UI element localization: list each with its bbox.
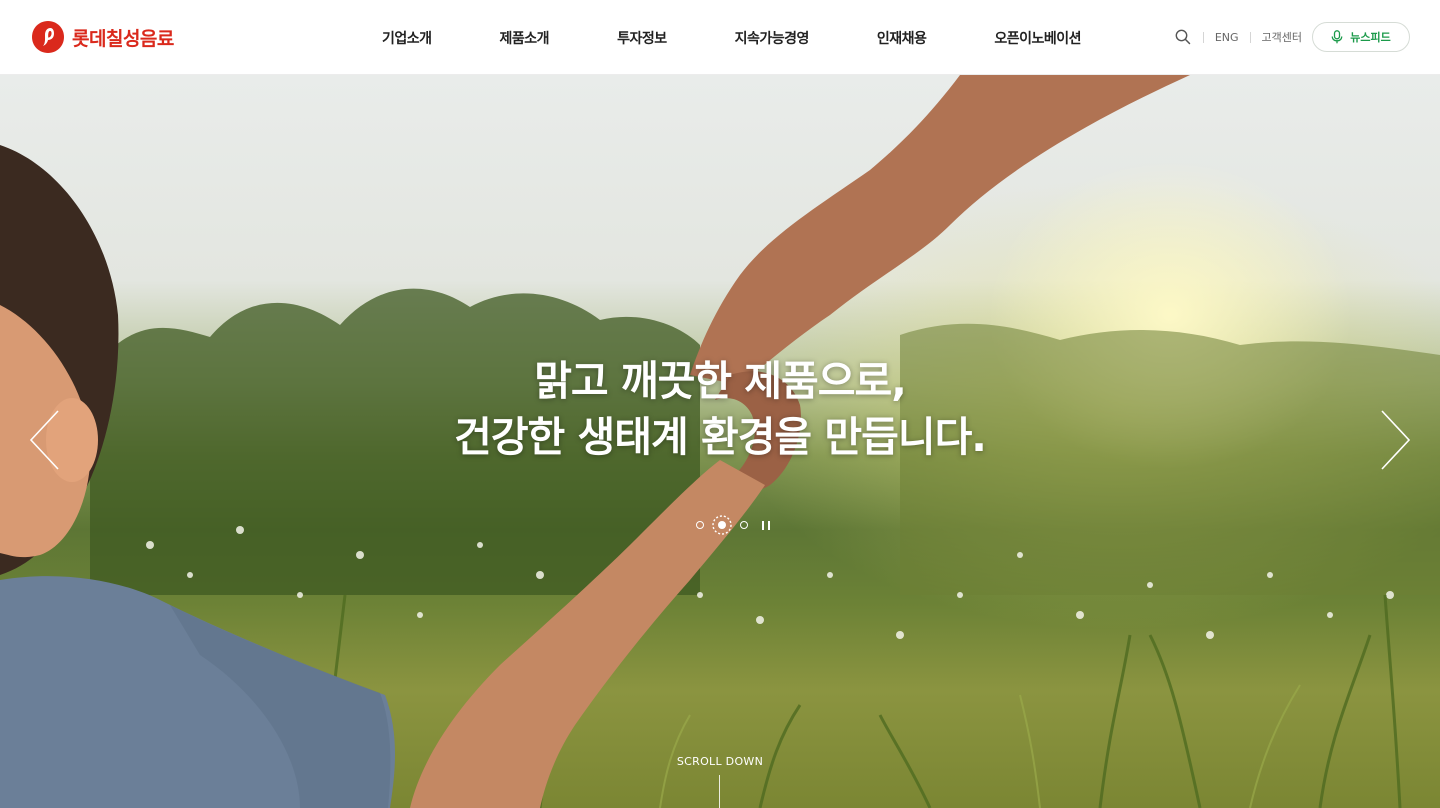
- nav-item-sustainability[interactable]: 지속가능경영: [701, 28, 843, 48]
- customer-center-link[interactable]: 고객센터: [1262, 29, 1302, 45]
- pause-icon[interactable]: [762, 520, 770, 530]
- nav-item-open-innovation[interactable]: 오픈이노베이션: [960, 28, 1115, 48]
- nav-item-investment[interactable]: 투자정보: [583, 28, 701, 48]
- slide-dot-2-active[interactable]: [711, 514, 733, 536]
- microphone-icon: [1331, 30, 1343, 44]
- chevron-right-icon[interactable]: [1378, 409, 1412, 471]
- slide-dot-1[interactable]: [696, 521, 704, 529]
- hero-headline: 맑고 깨끗한 제품으로, 건강한 생태계 환경을 만듭니다.: [0, 353, 1440, 465]
- brand-name: 롯데칠성음료: [72, 27, 174, 50]
- divider: [1249, 31, 1251, 43]
- headline-line-1: 맑고 깨끗한 제품으로,: [534, 357, 907, 405]
- headline-line-2: 건강한 생태계 환경을 만듭니다.: [454, 413, 987, 461]
- slider-pagination: [690, 515, 770, 535]
- scroll-down-link[interactable]: SCROLL DOWN: [0, 755, 1440, 768]
- newsfeed-label: 뉴스피드: [1350, 31, 1391, 44]
- main-navigation: 기업소개 제품소개 투자정보 지속가능경영 인재채용 오픈이노베이션: [348, 0, 1115, 75]
- site-header: 롯데칠성음료 기업소개 제품소개 투자정보 지속가능경영 인재채용 오픈이노베이…: [0, 0, 1440, 75]
- search-icon[interactable]: [1174, 28, 1192, 46]
- language-link[interactable]: ENG: [1215, 31, 1239, 44]
- newsfeed-button[interactable]: 뉴스피드: [1312, 22, 1410, 52]
- chevron-left-icon[interactable]: [28, 409, 62, 471]
- lotte-logo-icon: [32, 21, 64, 53]
- nav-item-company[interactable]: 기업소개: [348, 28, 466, 48]
- nav-item-products[interactable]: 제품소개: [466, 28, 584, 48]
- slide-dot-3[interactable]: [740, 521, 748, 529]
- nav-item-recruitment[interactable]: 인재채용: [843, 28, 961, 48]
- utility-menu: ENG 고객센터 뉴스피드: [1174, 22, 1410, 52]
- divider: [1202, 31, 1204, 43]
- scroll-down-line: [719, 775, 720, 808]
- brand-logo[interactable]: 롯데칠성음료: [30, 19, 174, 55]
- hero-slider: 맑고 깨끗한 제품으로, 건강한 생태계 환경을 만듭니다. SCROLL DO…: [0, 75, 1440, 808]
